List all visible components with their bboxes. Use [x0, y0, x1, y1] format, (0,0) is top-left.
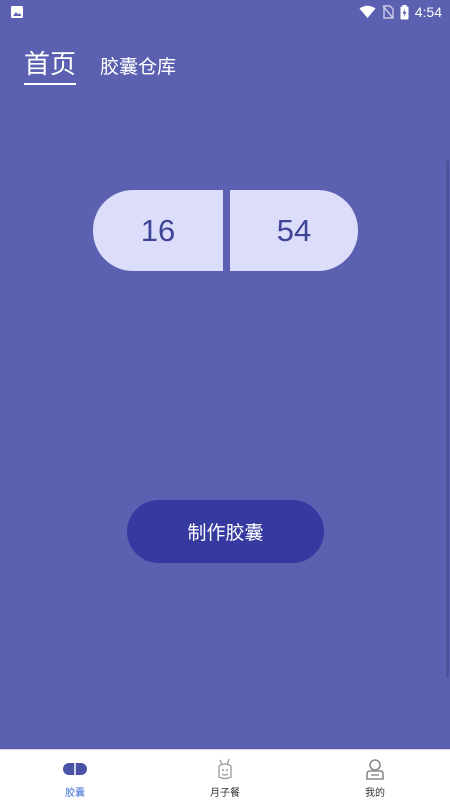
capsule-icon	[62, 758, 88, 780]
nav-item-profile[interactable]: 我的	[300, 750, 450, 801]
tab-home[interactable]: 首页	[24, 44, 77, 85]
capsule-display: 16 54	[93, 190, 358, 271]
battery-charging-icon	[400, 4, 409, 19]
bottom-nav: 胶囊 月子餐 我的	[0, 749, 450, 801]
meal-icon	[212, 758, 238, 780]
top-tabs: 首页 胶囊仓库	[24, 44, 176, 85]
nav-label-profile: 我的	[365, 788, 385, 799]
status-icons: 4:54	[359, 4, 442, 20]
status-bar: 4:54	[0, 0, 450, 24]
make-capsule-button[interactable]: 制作胶囊	[127, 500, 324, 563]
nav-label-meal: 月子餐	[210, 788, 240, 799]
capsule-right-value: 54	[230, 190, 358, 271]
wifi-icon	[359, 5, 376, 18]
image-notification-icon	[11, 6, 23, 18]
scrollbar[interactable]	[446, 160, 449, 678]
no-sim-icon	[382, 5, 394, 19]
nav-item-meal[interactable]: 月子餐	[150, 750, 300, 801]
profile-icon	[362, 758, 388, 780]
capsule-left-value: 16	[93, 190, 223, 271]
status-time: 4:54	[414, 4, 442, 20]
nav-label-capsule: 胶囊	[65, 788, 85, 799]
tab-capsule-warehouse[interactable]: 胶囊仓库	[100, 52, 176, 85]
nav-item-capsule[interactable]: 胶囊	[0, 750, 150, 801]
